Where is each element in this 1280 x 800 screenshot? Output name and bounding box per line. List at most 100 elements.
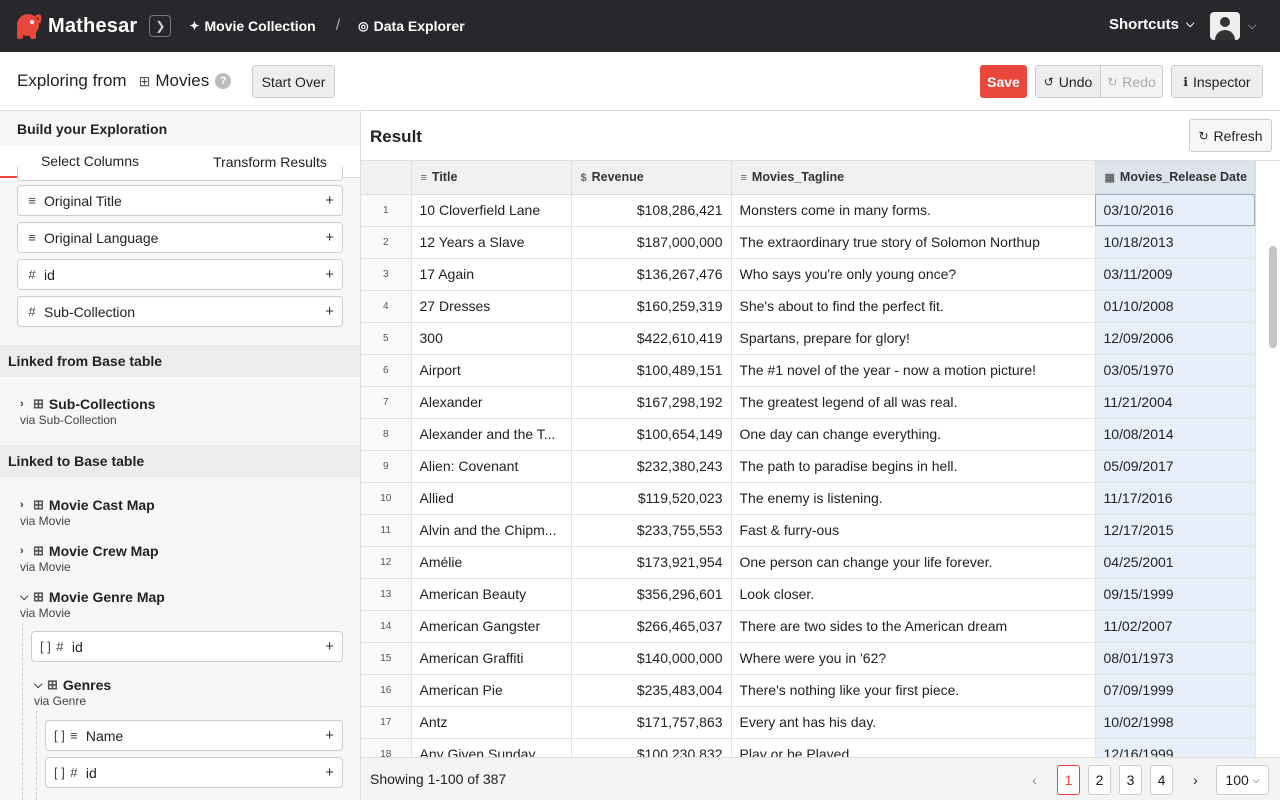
table-row[interactable]: 9 Alien: Covenant $232,380,243 The path to … (361, 450, 1256, 483)
tagline-cell[interactable]: The extraordinary true story of Solomon … (731, 226, 1096, 259)
tagline-cell[interactable]: The greatest legend of all was real. (731, 386, 1096, 419)
release-date-cell[interactable]: 10/02/1998 (1095, 706, 1256, 739)
tagline-cell[interactable]: There are two sides to the American drea… (731, 610, 1096, 643)
table-row[interactable]: 14 American Gangster $266,465,037 There are… (361, 610, 1256, 643)
title-cell[interactable]: Alvin and the Chipm... (411, 514, 572, 547)
breadcrumb-schema[interactable]: ✦ Movie Collection (189, 18, 315, 34)
title-cell[interactable]: American Pie (411, 674, 572, 707)
revenue-cell[interactable]: $187,000,000 (571, 226, 732, 259)
add-column-icon[interactable]: + (325, 764, 334, 781)
title-cell[interactable]: Amélie (411, 546, 572, 579)
revenue-cell[interactable]: $422,610,419 (571, 322, 732, 355)
release-date-cell[interactable]: 12/17/2015 (1095, 514, 1256, 547)
title-cell[interactable]: Alien: Covenant (411, 450, 572, 483)
table-row[interactable]: 5 300 $422,610,419 Spartans, prepare for gl… (361, 322, 1256, 355)
page-2-button[interactable]: 2 (1088, 765, 1111, 795)
add-column-icon[interactable]: + (325, 266, 334, 283)
breadcrumb-expand-button[interactable]: ❯ (149, 15, 172, 37)
title-cell[interactable]: American Beauty (411, 578, 572, 611)
table-row[interactable]: 13 American Beauty $356,296,601 Look closer… (361, 578, 1256, 611)
column-card-original-language[interactable]: ≡ Original Language + (17, 222, 343, 253)
release-date-cell[interactable]: 10/08/2014 (1095, 418, 1256, 451)
revenue-cell[interactable]: $140,000,000 (571, 642, 732, 675)
tagline-cell[interactable]: Fast & furry-ous (731, 514, 1096, 547)
release-date-cell[interactable]: 08/01/1973 (1095, 642, 1256, 675)
column-header-release-date[interactable]: ▦ Movies_Release Date (1095, 161, 1256, 195)
revenue-cell[interactable]: $167,298,192 (571, 386, 732, 419)
page-3-button[interactable]: 3 (1119, 765, 1142, 795)
column-card-original-title[interactable]: ≡ Original Title + (17, 185, 343, 216)
title-cell[interactable]: Any Given Sunday (411, 738, 572, 757)
release-date-cell[interactable]: 11/21/2004 (1095, 386, 1256, 419)
revenue-cell[interactable]: $356,296,601 (571, 578, 732, 611)
table-row[interactable]: 8 Alexander and the T... $100,654,149 One d… (361, 418, 1256, 451)
inspector-button[interactable]: ℹ Inspector (1171, 65, 1263, 98)
table-row[interactable]: 16 American Pie $235,483,004 There's nothin… (361, 674, 1256, 707)
app-logo[interactable]: Mathesar (12, 11, 137, 41)
revenue-cell[interactable]: $119,520,023 (571, 482, 732, 515)
column-header-tagline[interactable]: ≡ Movies_Tagline (731, 161, 1096, 195)
title-cell[interactable]: American Gangster (411, 610, 572, 643)
tagline-cell[interactable]: The path to paradise begins in hell. (731, 450, 1096, 483)
table-row[interactable]: 18 Any Given Sunday $100,230,832 Play or be… (361, 738, 1256, 757)
revenue-cell[interactable]: $171,757,863 (571, 706, 732, 739)
release-date-cell[interactable]: 11/02/2007 (1095, 610, 1256, 643)
revenue-cell[interactable]: $100,489,151 (571, 354, 732, 387)
next-page-button[interactable]: › (1184, 765, 1207, 795)
start-over-button[interactable]: Start Over (252, 65, 335, 98)
release-date-cell[interactable]: 12/09/2006 (1095, 322, 1256, 355)
column-card-partial[interactable] (17, 167, 343, 181)
table-row[interactable]: 12 Amélie $173,921,954 One person can chang… (361, 546, 1256, 579)
release-date-cell[interactable]: 05/09/2017 (1095, 450, 1256, 483)
release-date-cell[interactable]: 03/10/2016 (1095, 194, 1256, 227)
add-column-icon[interactable]: + (325, 229, 334, 246)
tagline-cell[interactable]: The enemy is listening. (731, 482, 1096, 515)
title-cell[interactable]: Alexander and the T... (411, 418, 572, 451)
release-date-cell[interactable]: 12/16/1999 (1095, 738, 1256, 757)
tagline-cell[interactable]: There's nothing like your first piece. (731, 674, 1096, 707)
add-column-icon[interactable]: + (325, 192, 334, 209)
title-cell[interactable]: Alexander (411, 386, 572, 419)
revenue-cell[interactable]: $136,267,476 (571, 258, 732, 291)
revenue-cell[interactable]: $235,483,004 (571, 674, 732, 707)
revenue-cell[interactable]: $266,465,037 (571, 610, 732, 643)
page-size-select[interactable]: 100 ⌵ (1216, 765, 1269, 795)
vertical-scrollbar[interactable] (1269, 246, 1277, 348)
title-cell[interactable]: 10 Cloverfield Lane (411, 194, 572, 227)
breadcrumb-data-explorer[interactable]: ◎ Data Explorer (358, 18, 465, 34)
table-row[interactable]: 6 Airport $100,489,151 The #1 novel of the … (361, 354, 1256, 387)
base-table-name[interactable]: Movies (155, 71, 209, 91)
tagline-cell[interactable]: Who says you're only young once? (731, 258, 1096, 291)
title-cell[interactable]: 17 Again (411, 258, 572, 291)
release-date-cell[interactable]: 10/18/2013 (1095, 226, 1256, 259)
column-header-revenue[interactable]: $ Revenue (571, 161, 732, 195)
refresh-button[interactable]: ↻ Refresh (1189, 119, 1272, 152)
tagline-cell[interactable]: Spartans, prepare for glory! (731, 322, 1096, 355)
user-menu[interactable]: ⌵ (1210, 12, 1256, 40)
table-row[interactable]: 17 Antz $171,757,863 Every ant has his day.… (361, 706, 1256, 739)
revenue-cell[interactable]: $160,259,319 (571, 290, 732, 323)
tagline-cell[interactable]: One person can change your life forever. (731, 546, 1096, 579)
linked-table-sub-collections[interactable]: › ⊞ Sub-Collections via Sub-Collection (20, 396, 155, 427)
table-row[interactable]: 15 American Graffiti $140,000,000 Where wer… (361, 642, 1256, 675)
tagline-cell[interactable]: Monsters come in many forms. (731, 194, 1096, 227)
column-card-genres-name[interactable]: [ ] ≡ Name + (45, 720, 343, 751)
help-icon[interactable]: ? (215, 73, 232, 89)
tagline-cell[interactable]: One day can change everything. (731, 418, 1096, 451)
title-cell[interactable]: 27 Dresses (411, 290, 572, 323)
table-row[interactable]: 7 Alexander $167,298,192 The greatest legen… (361, 386, 1256, 419)
column-card-id[interactable]: # id + (17, 259, 343, 290)
title-cell[interactable]: Airport (411, 354, 572, 387)
column-header-title[interactable]: ≡ Title (411, 161, 572, 195)
title-cell[interactable]: 12 Years a Slave (411, 226, 572, 259)
tagline-cell[interactable]: The #1 novel of the year - now a motion … (731, 354, 1096, 387)
add-column-icon[interactable]: + (325, 727, 334, 744)
linked-table-movie-genre-map[interactable]: ⌵ ⊞ Movie Genre Map via Movie (20, 589, 165, 620)
revenue-cell[interactable]: $233,755,553 (571, 514, 732, 547)
column-card-sub-collection[interactable]: # Sub-Collection + (17, 296, 343, 327)
table-row[interactable]: 3 17 Again $136,267,476 Who says you're onl… (361, 258, 1256, 291)
title-cell[interactable]: Antz (411, 706, 572, 739)
tagline-cell[interactable]: She's about to find the perfect fit. (731, 290, 1096, 323)
page-4-button[interactable]: 4 (1150, 765, 1173, 795)
save-button[interactable]: Save (980, 65, 1027, 98)
